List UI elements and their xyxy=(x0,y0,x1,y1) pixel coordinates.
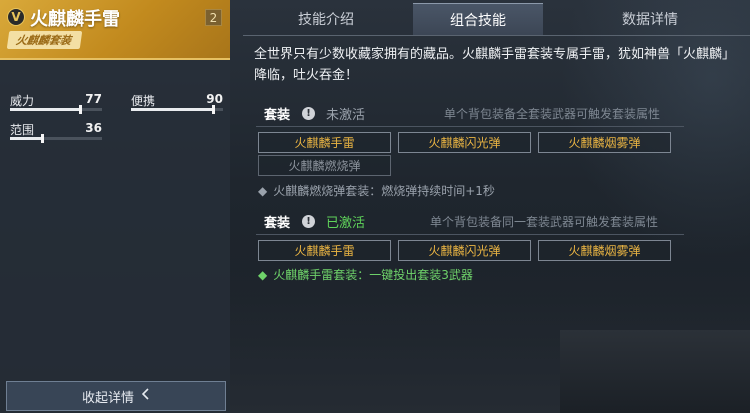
tab-underline xyxy=(243,35,750,36)
set-hint: 单个背包装备全套装武器可触发套装属性 xyxy=(444,107,661,121)
set-effect-text: 火麒麟手雷套装：一键投出套装3武器 xyxy=(273,268,473,282)
weapon-button[interactable]: 火麒麟手雷 xyxy=(258,240,391,261)
collapse-details-button[interactable]: 收起详情 xyxy=(6,381,226,411)
tab-skill-intro[interactable]: 技能介绍 xyxy=(243,3,409,35)
tab-data-details[interactable]: 数据详情 xyxy=(557,3,743,35)
info-icon[interactable]: ! xyxy=(302,215,315,228)
tab-combo-skill[interactable]: 组合技能 xyxy=(413,3,543,35)
set-header-2: 套装 ! 已激活 单个背包装备同一套装武器可触发套装属性 xyxy=(264,212,684,232)
stat-power: 威力 77 xyxy=(10,92,102,114)
stat-value: 90 xyxy=(206,92,223,106)
collapse-label: 收起详情 xyxy=(81,390,134,406)
set-header-1: 套装 ! 未激活 单个背包装备全套装武器可触发套装属性 xyxy=(264,104,684,124)
stat-range: 范围 36 xyxy=(10,121,102,143)
set-effect-text: 火麒麟燃烧弹套装：燃烧弹持续时间+1秒 xyxy=(273,184,495,198)
bullet-icon: ◆ xyxy=(258,184,268,198)
stat-value: 77 xyxy=(85,92,102,106)
set-status: 未激活 xyxy=(326,108,366,123)
chevron-left-icon xyxy=(141,388,150,404)
stat-bar-fill xyxy=(10,108,81,111)
set-hint: 单个背包装备同一套装武器可触发套装属性 xyxy=(430,215,659,229)
stat-bar-knob xyxy=(41,134,45,143)
info-icon[interactable]: ! xyxy=(302,107,315,120)
set-label: 套装 xyxy=(264,108,291,123)
stat-bar xyxy=(131,105,223,114)
divider xyxy=(256,234,684,235)
stat-value: 36 xyxy=(85,121,102,135)
stat-label: 便携 xyxy=(131,94,156,108)
item-detail-panel: V 火麒麟手雷 2 火麒麟套装 威力 77 便携 90 范围 36 收起详情 xyxy=(0,0,230,413)
weapon-button[interactable]: 火麒麟闪光弹 xyxy=(398,240,531,261)
stat-bar xyxy=(10,105,102,114)
weapon-button[interactable]: 火麒麟烟雾弹 xyxy=(538,132,671,153)
item-description: 全世界只有少数收藏家拥有的藏品。火麒麟手雷套装专属手雷，犹如神兽「火麒麟」降临，… xyxy=(254,47,729,83)
weapon-button[interactable]: 火麒麟闪光弹 xyxy=(398,132,531,153)
divider xyxy=(256,126,684,127)
bullet-icon: ◆ xyxy=(258,268,268,282)
stat-bar-knob xyxy=(211,105,215,114)
stat-label: 范围 xyxy=(10,123,35,137)
rank-icon: V xyxy=(7,8,25,26)
stat-label: 威力 xyxy=(10,94,35,108)
weapon-button[interactable]: 火麒麟烟雾弹 xyxy=(538,240,671,261)
weapon-button[interactable]: 火麒麟燃烧弹 xyxy=(258,155,391,176)
set-tag: 火麒麟套装 xyxy=(6,31,83,49)
item-header: V 火麒麟手雷 2 火麒麟套装 xyxy=(0,0,230,60)
count-badge: 2 xyxy=(205,9,222,26)
stat-bar-fill xyxy=(10,137,44,140)
stat-portability: 便携 90 xyxy=(131,92,223,114)
background-table xyxy=(560,330,750,413)
stat-bar xyxy=(10,134,102,143)
stat-bar-knob xyxy=(78,105,82,114)
tab-bar: 技能介绍 组合技能 数据详情 xyxy=(243,3,750,35)
set-effect-2: ◆ 火麒麟手雷套装：一键投出套装3武器 xyxy=(258,266,473,283)
weapon-button[interactable]: 火麒麟手雷 xyxy=(258,132,391,153)
stat-bar-fill xyxy=(131,108,214,111)
set-label: 套装 xyxy=(264,216,291,231)
set-effect-1: ◆ 火麒麟燃烧弹套装：燃烧弹持续时间+1秒 xyxy=(258,182,495,199)
set-status: 已激活 xyxy=(326,216,366,231)
item-title: 火麒麟手雷 xyxy=(30,9,120,30)
